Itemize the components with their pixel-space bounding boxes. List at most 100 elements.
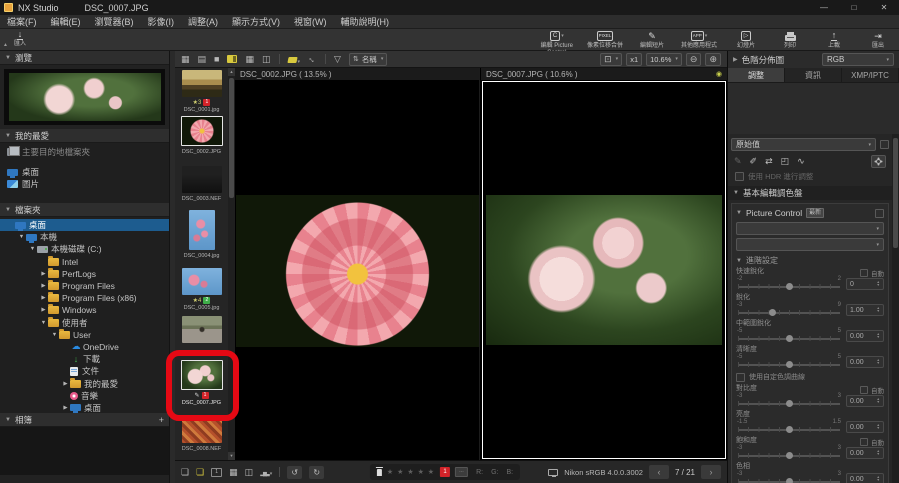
trash-icon[interactable] [377,469,382,476]
picture-control-header[interactable]: Picture Control 最新 [736,207,884,219]
value-field[interactable]: 1.00 [846,304,884,316]
menu-help[interactable]: 輔助說明(H) [334,15,397,28]
image-pane-left[interactable]: DSC_0002.JPG ( 13.5% ) [235,68,480,460]
image-pane-right[interactable]: DSC_0007.JPG ( 10.6% ) [481,68,727,460]
expand-icon[interactable]: ▶ [39,307,48,313]
visibility-icon[interactable] [716,70,722,78]
tree-item-program-files-x86[interactable]: ▶ Program Files (x86) [0,292,169,304]
expand-icon[interactable]: ▼ [17,234,26,240]
maximize-button[interactable]: □ [839,3,869,12]
filmstrip-item[interactable]: DSC_0002.JPG [175,116,228,166]
auto-checkbox[interactable] [860,269,868,277]
crop-tool-icon[interactable] [781,156,790,167]
filmstrip-item[interactable]: ★4 2 DSC_0005.jpg [175,268,228,316]
add-album-button[interactable]: + [159,415,164,425]
spinner-icon[interactable] [877,281,880,288]
folders-section-header[interactable]: 檔案夾 [0,203,169,217]
scroll-up-icon[interactable] [228,68,235,76]
label-none-icon[interactable] [455,467,468,477]
browse-section-header[interactable]: 瀏覽 [0,51,169,65]
tree-item-windows[interactable]: ▶ Windows [0,304,169,316]
zoom-percent-dropdown[interactable]: 10.6% [646,53,682,66]
value-field[interactable]: 0 [846,278,884,290]
favorite-primary-destination[interactable]: 主要目的地檔案夾 [0,146,169,158]
spinner-icon[interactable] [877,476,880,483]
slider-handle[interactable] [786,283,793,290]
spinner-icon[interactable] [877,450,880,457]
tree-item-program-files[interactable]: ▶ Program Files [0,280,169,292]
tab-adjustments[interactable]: 調整 [728,68,785,82]
straighten-tool-icon[interactable] [797,156,805,167]
tree-item-intel[interactable]: Intel [0,256,169,268]
menu-view[interactable]: 顯示方式(V) [225,15,287,28]
next-image-button[interactable]: › [701,465,721,479]
picture-control-checkbox[interactable] [875,209,884,218]
histogram-overlay-button[interactable] [260,467,272,477]
scrollbar-thumb[interactable] [893,138,898,248]
settings-button[interactable] [871,155,886,168]
auto-checkbox[interactable] [860,386,868,394]
filmstrip-item[interactable]: DSC_0004.jpg [175,210,228,268]
expand-icon[interactable]: ▶ [39,295,48,301]
fullscreen-icon[interactable] [306,52,319,65]
picture-control-sub-dropdown[interactable] [736,238,884,251]
thumbnail-list-view-icon[interactable] [198,54,207,64]
tab-xmp-iptc[interactable]: XMP/IPTC [842,68,899,82]
brush-tool-icon[interactable] [750,156,758,167]
undo-button[interactable]: ↺ [287,466,302,479]
split-view-icon[interactable] [245,467,254,477]
expand-icon[interactable]: ▶ [39,283,48,289]
minimize-button[interactable]: — [809,3,839,12]
tree-item-perflogs[interactable]: ▶ PerfLogs [0,268,169,280]
spinner-icon[interactable] [877,398,880,405]
expand-icon[interactable]: ▼ [50,332,59,338]
collapse-sidebar-icon[interactable]: ▲ [3,42,8,48]
menu-adjustments[interactable]: 調整(A) [181,15,225,28]
rating-stars[interactable]: ★ ★ ★ ★ ★ [387,468,435,476]
tree-item-downloads[interactable]: 下載 [0,353,169,365]
label-badge[interactable]: 1 [440,467,450,477]
expand-icon[interactable]: ▶ [61,405,70,411]
label-filter-button[interactable] [288,50,301,68]
stack-icon[interactable] [181,467,189,477]
slider-handle[interactable] [786,426,793,433]
slider-handle[interactable] [786,478,793,483]
value-field[interactable]: 0.00 [846,473,884,483]
panel-scrollbar[interactable] [892,134,899,483]
thumbnail-grid-view-icon[interactable] [181,54,190,64]
expand-icon[interactable]: ▼ [39,320,48,326]
zoom-1to1-button[interactable]: x1 [626,53,642,66]
auto-checkbox[interactable] [860,438,868,446]
image-filmstrip-view-icon[interactable] [227,55,237,63]
zoom-in-button[interactable] [705,53,721,66]
compare-view-icon[interactable] [262,54,271,64]
tree-item-users[interactable]: ▼ 使用者 [0,317,169,329]
zoom-out-button[interactable] [686,53,702,66]
scroll-down-icon[interactable] [228,452,235,460]
multi-view-icon[interactable] [245,54,254,64]
copy-adjustments-icon[interactable] [765,156,773,167]
expand-icon[interactable]: ▶ [61,381,70,387]
favorite-pictures[interactable]: 圖片 [0,178,169,190]
advanced-settings-header[interactable]: 進階設定 [736,255,884,266]
tab-info[interactable]: 資訊 [785,68,842,82]
histogram-header[interactable]: 色階分佈圖 RGB [728,51,899,68]
spinner-icon[interactable] [877,359,880,366]
tree-item-my-favorites[interactable]: ▶ 我的最愛 [0,377,169,389]
custom-curve-checkbox[interactable] [736,373,745,382]
filmstrip-scrollbar[interactable] [228,68,235,460]
value-field[interactable]: 0.00 [846,447,884,459]
expand-icon[interactable]: ▼ [28,246,37,252]
spinner-icon[interactable] [877,424,880,431]
tree-item-user[interactable]: ▼ User [0,329,169,341]
picture-control-dropdown[interactable] [736,222,884,235]
value-field[interactable]: 0.00 [846,330,884,342]
single-view-icon[interactable]: 1 [211,468,222,477]
favorite-desktop[interactable]: 桌面 [0,166,169,178]
four-up-view-icon[interactable] [229,467,238,477]
image-view-icon[interactable] [214,54,219,64]
filmstrip-item-selected[interactable]: 1 DSC_0007.JPG [175,360,228,416]
favorites-section-header[interactable]: 我的最愛 [0,129,169,143]
hdr-checkbox[interactable] [735,172,744,181]
tree-item-onedrive[interactable]: OneDrive [0,341,169,353]
